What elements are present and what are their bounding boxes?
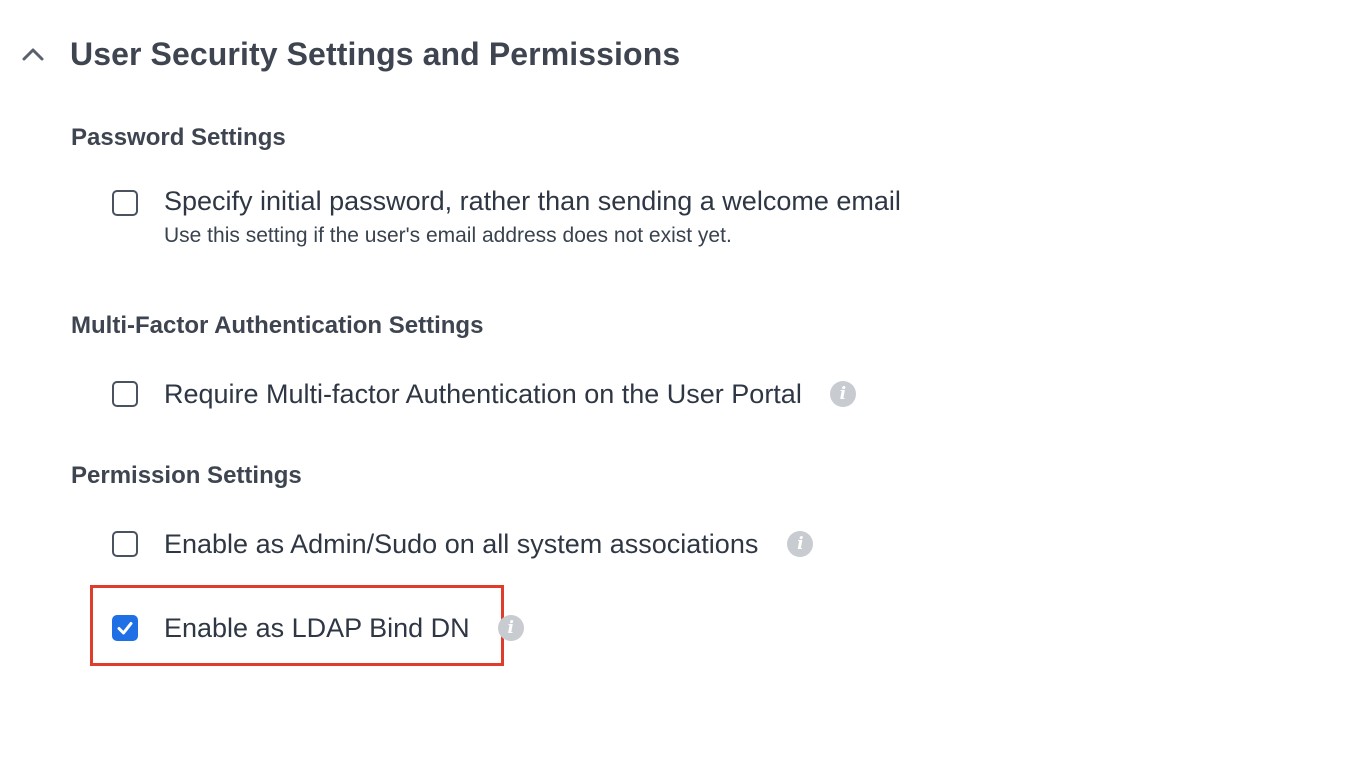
section-title: User Security Settings and Permissions bbox=[70, 35, 681, 72]
initial-password-help: Use this setting if the user's email add… bbox=[164, 224, 732, 247]
checkmark-icon bbox=[117, 622, 133, 635]
password-settings-title: Password Settings bbox=[71, 124, 286, 151]
collapse-toggle-button[interactable] bbox=[18, 39, 48, 69]
require-mfa-option: Require Multi-factor Authentication on t… bbox=[112, 379, 856, 409]
ldap-bind-dn-option: Enable as LDAP Bind DN i bbox=[112, 613, 524, 643]
info-icon[interactable]: i bbox=[829, 381, 856, 407]
section-header: User Security Settings and Permissions bbox=[18, 30, 680, 78]
require-mfa-checkbox[interactable] bbox=[112, 381, 138, 407]
info-icon[interactable]: i bbox=[497, 615, 524, 641]
admin-sudo-label: Enable as Admin/Sudo on all system assoc… bbox=[164, 529, 759, 559]
permission-settings-title: Permission Settings bbox=[71, 462, 302, 489]
admin-sudo-checkbox[interactable] bbox=[112, 531, 138, 557]
ldap-bind-dn-checkbox[interactable] bbox=[112, 615, 138, 641]
mfa-settings-title: Multi-Factor Authentication Settings bbox=[71, 312, 484, 339]
require-mfa-label: Require Multi-factor Authentication on t… bbox=[164, 379, 802, 409]
user-security-settings-panel: User Security Settings and Permissions P… bbox=[0, 0, 1366, 766]
chevron-up-icon bbox=[22, 48, 44, 61]
initial-password-label: Specify initial password, rather than se… bbox=[164, 186, 901, 216]
ldap-bind-dn-label: Enable as LDAP Bind DN bbox=[164, 613, 470, 643]
admin-sudo-option: Enable as Admin/Sudo on all system assoc… bbox=[112, 529, 814, 559]
initial-password-checkbox[interactable] bbox=[112, 190, 138, 216]
info-icon[interactable]: i bbox=[787, 531, 814, 557]
initial-password-option: Specify initial password, rather than se… bbox=[112, 186, 901, 248]
